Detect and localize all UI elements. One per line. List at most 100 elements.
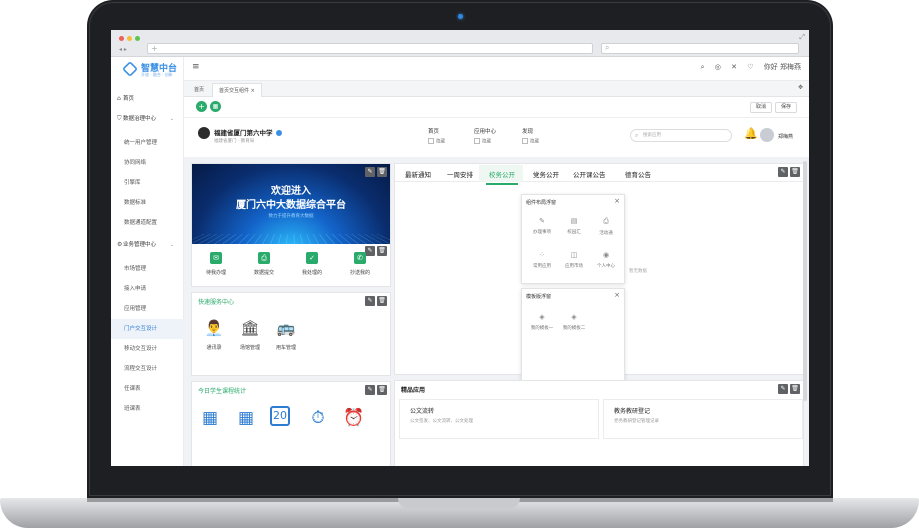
favorite-icon[interactable]: ♡ xyxy=(747,63,753,71)
header-nav-discover[interactable]: 发现 隐藏 xyxy=(522,127,539,145)
logo[interactable]: 智慧中台 开放 · 融合 · 创新 xyxy=(122,61,183,81)
close-window-icon[interactable] xyxy=(119,36,124,41)
delete-icon[interactable]: 🗑 xyxy=(790,384,800,394)
maximize-window-icon[interactable] xyxy=(135,36,140,41)
hide-checkbox[interactable]: 隐藏 xyxy=(522,138,539,145)
panel-item[interactable]: ◫ 应用市场 xyxy=(560,251,588,269)
edit-icon[interactable]: ✎ xyxy=(365,296,375,306)
panel-item[interactable]: ✎ 办理事项 xyxy=(528,217,556,235)
close-icon[interactable]: ✕ xyxy=(731,63,737,71)
header-nav-home[interactable]: 首页 隐藏 xyxy=(428,127,445,145)
service-contacts[interactable]: 👨‍💼 通讯录 xyxy=(194,317,234,351)
sidebar-item[interactable]: 市场管理 xyxy=(111,259,184,279)
panel-item[interactable]: ◉ 个人中心 xyxy=(592,251,620,269)
welcome-banner: 欢迎进入 厦门六中大数据综合平台 致力于提升教育大数据 xyxy=(192,164,390,244)
sidebar-item[interactable]: 班课表 xyxy=(111,399,184,419)
quick-item-todo[interactable]: ✉ 待我办理 xyxy=(196,252,236,276)
delete-icon[interactable]: 🗑 xyxy=(377,296,387,306)
close-icon[interactable]: × xyxy=(614,197,620,205)
address-bar[interactable]: + xyxy=(147,43,593,54)
header-nav-apps[interactable]: 应用中心 隐藏 xyxy=(474,127,496,145)
sidebar-item-label: 门户交互设计 xyxy=(124,326,158,332)
tab-home[interactable]: 首页 xyxy=(188,83,210,97)
chevron-down-icon[interactable]: ⌄ xyxy=(170,235,174,255)
sidebar-item[interactable]: 任课表 xyxy=(111,379,184,399)
scrollbar[interactable] xyxy=(803,161,807,401)
news-tab-party-affairs[interactable]: 党务公开 xyxy=(533,169,559,179)
app-subtitle: 公文签发、公文流转、公文处理 xyxy=(410,419,473,424)
close-icon[interactable]: × xyxy=(614,291,620,299)
chevron-down-icon[interactable]: ⌄ xyxy=(170,109,174,129)
sidebar-item[interactable]: ⚙业务管理中心 ⌄ xyxy=(111,235,184,255)
quick-label: 我处理的 xyxy=(301,270,322,276)
settings-icon[interactable]: ◎ xyxy=(715,63,721,71)
edit-icon[interactable]: ✎ xyxy=(365,385,375,395)
sidebar-item[interactable]: 引擎库 xyxy=(111,173,184,193)
sidebar-item-label: 应用管理 xyxy=(124,306,147,312)
edit-icon[interactable]: ✎ xyxy=(365,167,375,177)
sidebar-item[interactable]: 协同网络 xyxy=(111,153,184,173)
delete-icon[interactable]: 🗑 xyxy=(377,385,387,395)
sidebar-item[interactable]: 数据标准 xyxy=(111,193,184,213)
expand-icon[interactable]: ⤢ xyxy=(799,33,805,42)
course-stats-title: 今日学生课程统计 xyxy=(198,388,247,395)
search-icon[interactable]: ⌕ xyxy=(701,63,705,71)
featured-app-document[interactable]: 公文流转 公文签发、公文流转、公文处理 xyxy=(399,399,599,439)
cancel-button[interactable]: 取消 xyxy=(750,102,773,113)
service-vehicle[interactable]: 🚌 用车管理 xyxy=(266,317,306,351)
banner-line2: 厦门六中大数据综合平台 xyxy=(236,200,346,211)
featured-apps-card: 精品应用 ✎ 🗑 公文流转 公文签发、公文流转、公文处理 教务教研登记 党务教研登… xyxy=(394,380,804,466)
delete-icon[interactable]: 🗑 xyxy=(790,167,800,177)
sidebar-item[interactable]: 统一用户管理 xyxy=(111,133,184,153)
quick-item-cc[interactable]: ✆ 抄送我的 xyxy=(340,252,380,276)
add-widget-button[interactable]: + xyxy=(196,101,207,112)
tab-menu-icon[interactable]: ✥ xyxy=(798,84,803,91)
hide-checkbox[interactable]: 隐藏 xyxy=(428,138,445,145)
edit-icon[interactable]: ✎ xyxy=(778,167,788,177)
panel-item[interactable]: ⁘ 常用应用 xyxy=(528,251,556,269)
sidebar-item[interactable]: ⛉数据治理中心 ⌄ xyxy=(111,109,184,129)
sidebar-item[interactable]: 数据通道配置 xyxy=(111,213,184,233)
panel-item[interactable]: ⎙ 活动通 xyxy=(592,217,620,236)
news-tab-open-class[interactable]: 公开课公告 xyxy=(573,169,606,179)
back-forward-icon[interactable]: ◂ ▸ xyxy=(119,46,127,53)
panel-item[interactable]: ◈ 我的模板二 xyxy=(560,313,588,331)
news-tab-moral[interactable]: 德育公告 xyxy=(625,169,651,179)
news-tab-school-affairs[interactable]: 校务公开 xyxy=(486,169,518,185)
sidebar-item[interactable]: 流程交互设计 xyxy=(111,359,184,379)
portal-search-input[interactable]: 搜索应用 xyxy=(630,129,732,142)
banner-line3: 致力于提升教育大数据 xyxy=(268,214,314,219)
panel-item[interactable]: ◈ 我的模板一 xyxy=(528,313,556,331)
panel-item[interactable]: ▤ 校园汇 xyxy=(560,217,588,235)
sidebar-item-label: 引擎库 xyxy=(124,180,141,186)
sidebar-item[interactable]: 应用管理 xyxy=(111,299,184,319)
quick-item-submit[interactable]: ⎙ 数据提交 xyxy=(244,252,284,276)
bell-icon[interactable]: 🔔 xyxy=(744,127,758,140)
layers-icon: ◈ xyxy=(539,313,545,321)
service-venue[interactable]: 🏛 场馆管理 xyxy=(230,317,270,351)
delete-icon[interactable]: 🗑 xyxy=(377,167,387,177)
banner-card: 欢迎进入 厦门六中大数据综合平台 致力于提升教育大数据 ✎ 🗑 ✎ 🗑 ✉ 待我办理 … xyxy=(191,163,391,287)
news-tab-week[interactable]: 一周安排 xyxy=(447,169,473,179)
hide-checkbox[interactable]: 隐藏 xyxy=(474,138,496,145)
tab-portal-widgets[interactable]: 首页交互组件 × xyxy=(212,83,262,97)
sidebar-item[interactable]: 接入申请 xyxy=(111,279,184,299)
user-greeting[interactable]: 你好 郑梅燕 xyxy=(764,63,801,71)
avatar[interactable] xyxy=(760,128,774,142)
edit-icon[interactable]: ✎ xyxy=(778,384,788,394)
new-tab-icon[interactable]: + xyxy=(151,44,158,54)
menu-toggle-icon[interactable]: ≡ xyxy=(192,62,200,72)
user-name[interactable]: 郑梅燕 xyxy=(778,133,793,140)
sidebar-item[interactable]: 门户交互设计 xyxy=(111,319,184,339)
minimize-window-icon[interactable] xyxy=(127,36,132,41)
layout-button[interactable]: ▦ xyxy=(210,101,221,112)
browser-search-input[interactable]: ⌕ xyxy=(601,43,799,54)
tab-close-icon[interactable]: × xyxy=(251,88,255,94)
featured-app-teaching[interactable]: 教务教研登记 党务教研登记管理记录 xyxy=(603,399,803,439)
sidebar-item[interactable]: 移动交互设计 xyxy=(111,339,184,359)
quick-item-handled[interactable]: ✓ 我处理的 xyxy=(292,252,332,276)
sidebar-item-label: 任课表 xyxy=(124,386,141,392)
news-tab-latest[interactable]: 最新通知 xyxy=(405,169,431,179)
save-button[interactable]: 保存 xyxy=(775,102,798,113)
sidebar-item[interactable]: ⌂ 首页 xyxy=(111,89,184,109)
